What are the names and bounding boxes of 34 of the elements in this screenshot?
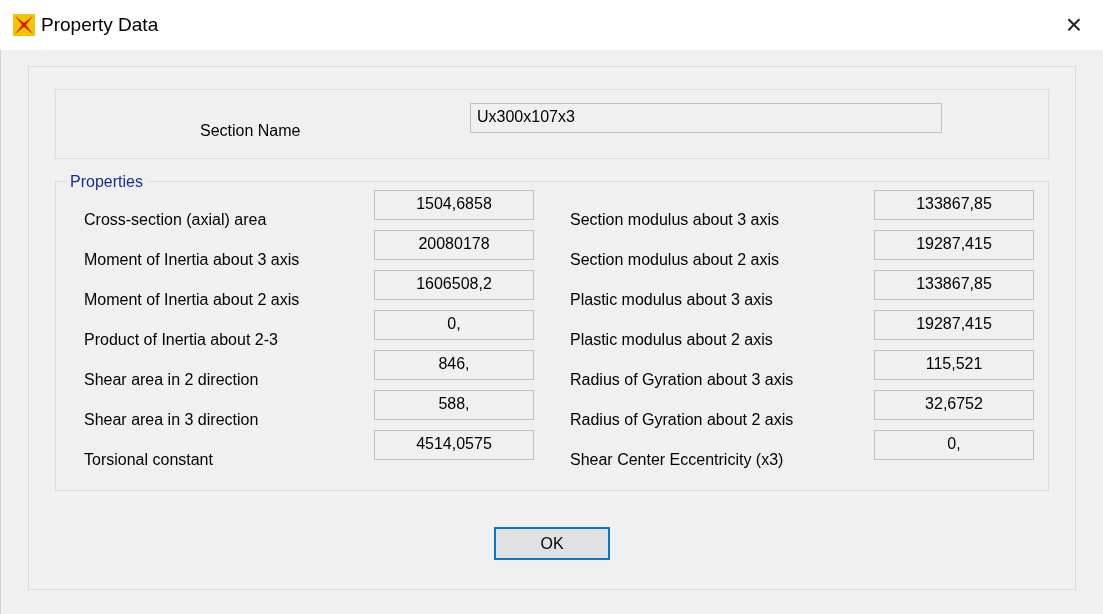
- value-field[interactable]: 1504,6858: [374, 190, 534, 220]
- value-field[interactable]: 4514,0575: [374, 430, 534, 460]
- property-label: Shear area in 2 direction: [84, 370, 260, 390]
- property-label: Plastic modulus about 3 axis: [570, 290, 774, 310]
- value-field[interactable]: 133867,85: [874, 190, 1034, 220]
- property-label: Section modulus about 2 axis: [570, 250, 780, 270]
- close-button[interactable]: ×: [1065, 11, 1082, 39]
- value-field[interactable]: 115,521: [874, 350, 1034, 380]
- value-field[interactable]: 32,6752: [874, 390, 1034, 420]
- property-label: Product of Inertia about 2-3: [84, 330, 279, 350]
- section-name-label: Section Name: [200, 121, 302, 141]
- property-label: Shear area in 3 direction: [84, 410, 260, 430]
- property-label: Plastic modulus about 2 axis: [570, 330, 774, 350]
- property-label: Moment of Inertia about 3 axis: [84, 250, 301, 270]
- window-title: Property Data: [41, 12, 159, 37]
- property-label: Shear Center Eccentricity (x3): [570, 450, 785, 470]
- section-name-field[interactable]: Ux300x107x3: [470, 103, 942, 133]
- value-field[interactable]: 20080178: [374, 230, 534, 260]
- value-field[interactable]: 0,: [874, 430, 1034, 460]
- value-field[interactable]: 133867,85: [874, 270, 1034, 300]
- property-label: Torsional constant: [84, 450, 214, 470]
- app-logo-icon: [13, 14, 35, 36]
- value-field[interactable]: 19287,415: [874, 230, 1034, 260]
- value-field[interactable]: 846,: [374, 350, 534, 380]
- value-field[interactable]: 19287,415: [874, 310, 1034, 340]
- property-label: Radius of Gyration about 2 axis: [570, 410, 795, 430]
- value-field[interactable]: 1606508,2: [374, 270, 534, 300]
- value-field[interactable]: 588,: [374, 390, 534, 420]
- property-label: Radius of Gyration about 3 axis: [570, 370, 795, 390]
- property-label: Moment of Inertia about 2 axis: [84, 290, 301, 310]
- property-label: Section modulus about 3 axis: [570, 210, 780, 230]
- ok-button[interactable]: OK: [494, 527, 610, 560]
- property-label: Cross-section (axial) area: [84, 210, 268, 230]
- value-field[interactable]: 0,: [374, 310, 534, 340]
